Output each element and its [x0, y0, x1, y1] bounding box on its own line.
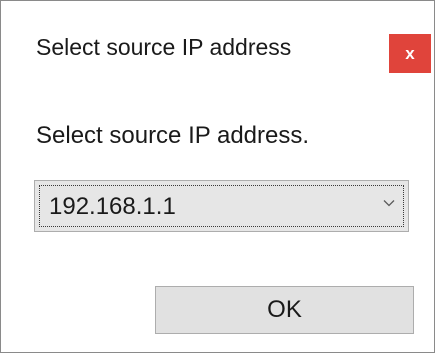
ip-address-select[interactable]: 192.168.1.1	[34, 180, 409, 232]
close-icon: x	[405, 43, 415, 63]
prompt-label: Select source IP address.	[36, 122, 310, 149]
dialog-window: Select source IP address x Select source…	[0, 0, 435, 353]
dialog-title: Select source IP address	[36, 34, 292, 60]
selected-ip-value: 192.168.1.1	[49, 193, 176, 220]
chevron-down-icon	[383, 200, 395, 207]
ok-button[interactable]: OK	[155, 286, 414, 334]
close-button[interactable]: x	[389, 34, 431, 73]
